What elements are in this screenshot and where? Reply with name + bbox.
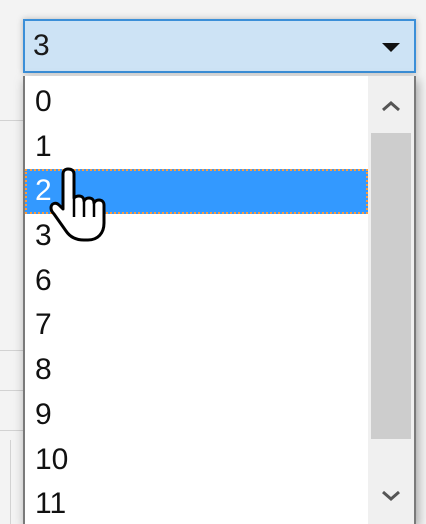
option-item[interactable]: 1 bbox=[25, 125, 368, 170]
option-item[interactable]: 6 bbox=[25, 259, 368, 304]
background-divider bbox=[0, 430, 23, 431]
scroll-up-button[interactable] bbox=[368, 82, 414, 130]
background-divider bbox=[0, 390, 23, 391]
option-item[interactable]: 7 bbox=[25, 303, 368, 348]
chevron-down-icon bbox=[382, 490, 400, 501]
select-current-value: 3 bbox=[33, 29, 50, 62]
dropdown-list: 0 1 2 3 6 7 8 9 10 11 bbox=[23, 76, 416, 524]
option-item[interactable]: 8 bbox=[25, 348, 368, 393]
number-select[interactable]: 3 bbox=[23, 19, 416, 73]
option-item[interactable]: 10 bbox=[25, 438, 368, 483]
background-divider bbox=[0, 350, 23, 351]
screen: 3 0 1 2 3 6 7 8 9 10 11 bbox=[0, 0, 426, 524]
scroll-thumb[interactable] bbox=[371, 133, 411, 439]
option-item[interactable]: 9 bbox=[25, 393, 368, 438]
hand-pointer-icon bbox=[49, 167, 106, 242]
vertical-scrollbar[interactable] bbox=[368, 76, 414, 524]
background-divider bbox=[0, 120, 23, 121]
option-item[interactable]: 11 bbox=[25, 482, 368, 524]
option-list: 0 1 2 3 6 7 8 9 10 11 bbox=[25, 80, 368, 524]
scroll-down-button[interactable] bbox=[368, 472, 414, 520]
background-divider bbox=[10, 440, 11, 524]
option-item[interactable]: 0 bbox=[25, 80, 368, 125]
dropdown-arrow-icon[interactable] bbox=[382, 43, 400, 52]
chevron-up-icon bbox=[382, 101, 400, 112]
